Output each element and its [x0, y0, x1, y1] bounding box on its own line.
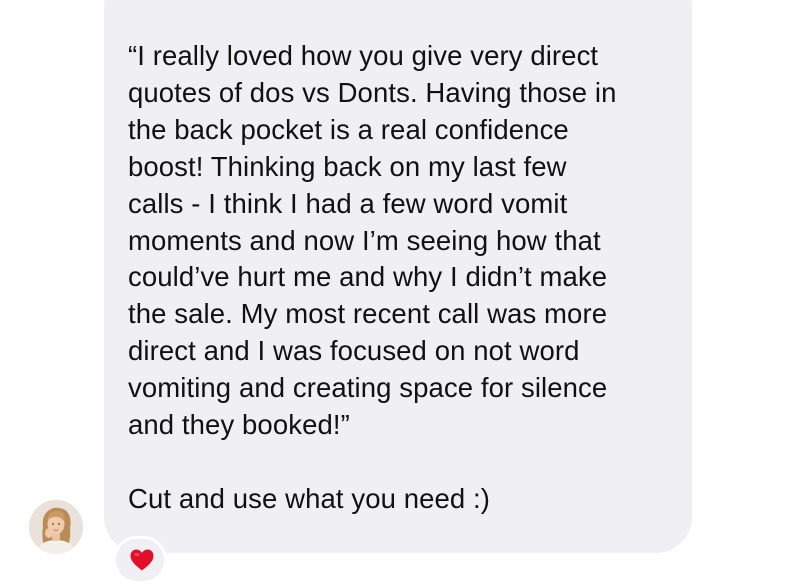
message-closing-line: Cut and use what you need :)	[128, 482, 491, 514]
message-line: vomiting and creating space for silence	[128, 372, 608, 404]
message-line: direct and I was focused on not word	[128, 335, 580, 367]
heart-reaction-badge[interactable]	[113, 536, 167, 584]
message-line: the back pocket is a real confidence	[128, 113, 569, 145]
message-line: calls - I think I had a few word vomit	[128, 187, 568, 219]
message-line: could’ve hurt me and why I didn’t make	[128, 261, 608, 293]
heart-icon	[130, 549, 154, 571]
chat-thread: “I really loved how you give very direct…	[0, 0, 800, 584]
message-line: and they booked!”	[128, 409, 350, 441]
message-line: the sale. My most recent call was more	[128, 298, 608, 330]
avatar-photo	[29, 500, 83, 554]
message-line: boost! Thinking back on my last few	[128, 150, 567, 182]
message-line: quotes of dos vs Donts. Having those in	[128, 76, 617, 108]
avatar[interactable]	[29, 500, 83, 554]
message-line: moments and now I’m seeing how that	[128, 224, 601, 256]
message-text: “I really loved how you give very direct…	[128, 38, 680, 518]
message-line: “I really loved how you give very direct	[128, 40, 599, 71]
